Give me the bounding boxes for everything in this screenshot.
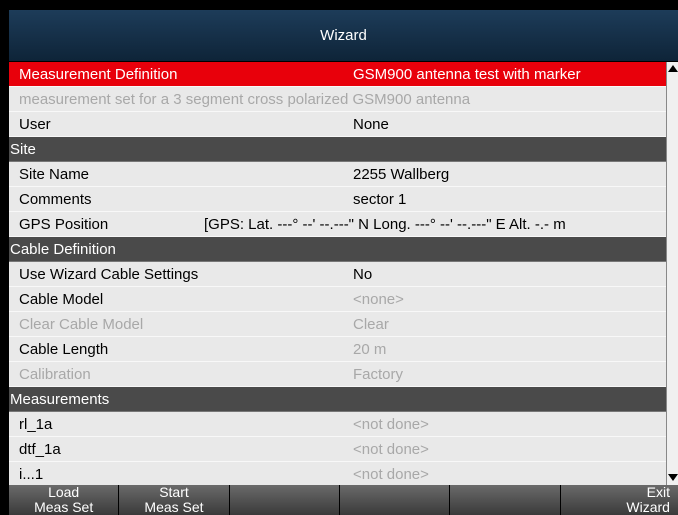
row-label: Cable Model — [19, 291, 104, 308]
row-label: rl_1a — [19, 416, 53, 433]
row-label: measurement set for a 3 segment cross po… — [19, 91, 471, 108]
list-row[interactable]: Clear Cable Model Clear — [9, 312, 666, 337]
row-value: GSM900 antenna test with marker — [353, 66, 581, 83]
scroll-down-icon[interactable] — [668, 474, 678, 481]
row-value: 2255 Wallberg — [353, 166, 450, 183]
row-label: Calibration — [19, 366, 91, 383]
wizard-settings-list[interactable]: Measurement Definition GSM900 antenna tes… — [9, 62, 666, 485]
scroll-up-icon[interactable] — [668, 65, 678, 72]
row-value: None — [353, 116, 389, 133]
row-label: Cable Length — [19, 341, 109, 358]
list-row[interactable]: Comments sector 1 — [9, 187, 666, 212]
row-label: Use Wizard Cable Settings — [19, 266, 199, 283]
list-row[interactable]: Use Wizard Cable Settings No — [9, 262, 666, 287]
row-value: <not done> — [353, 466, 429, 483]
row-value: <not done> — [353, 441, 429, 458]
softkey-bar: Load Meas Set Start Meas Set Exit Wizard — [9, 485, 678, 515]
list-row[interactable]: GPS Position [GPS: Lat. ---° --' --.---" … — [9, 212, 666, 237]
softkey-4[interactable] — [339, 485, 450, 515]
row-value: [GPS: Lat. ---° --' --.---" N Long. ---°… — [204, 216, 566, 233]
row-label: dtf_1a — [19, 441, 61, 458]
row-label: Clear Cable Model — [19, 316, 144, 333]
scrollbar[interactable] — [666, 62, 678, 485]
list-row[interactable]: i...1 <not done> — [9, 462, 666, 485]
section-header: Measurements — [9, 387, 666, 412]
list-row[interactable]: Cable Length 20 m — [9, 337, 666, 362]
row-label: Comments — [19, 191, 92, 208]
section-header: Cable Definition — [9, 237, 666, 262]
row-label: Site — [10, 141, 36, 158]
row-label: i...1 — [19, 466, 44, 483]
selected-row[interactable]: Measurement Definition GSM900 antenna tes… — [9, 62, 666, 87]
softkey-5[interactable] — [450, 485, 560, 515]
row-value: Factory — [353, 366, 404, 383]
list-row[interactable]: Site Name 2255 Wallberg — [9, 162, 666, 187]
row-value: <not done> — [353, 416, 429, 433]
list-row[interactable]: rl_1a <not done> — [9, 412, 666, 437]
load-meas-set-button[interactable]: Load Meas Set — [9, 485, 119, 515]
start-meas-set-button[interactable]: Start Meas Set — [119, 485, 229, 515]
row-value: 20 m — [353, 341, 387, 358]
row-value: <none> — [353, 291, 404, 308]
window-title: Wizard — [9, 10, 678, 61]
section-header: Site — [9, 137, 666, 162]
list-row[interactable]: User None — [9, 112, 666, 137]
list-row[interactable]: dtf_1a <not done> — [9, 437, 666, 462]
row-label: GPS Position — [19, 216, 109, 233]
list-row[interactable]: Calibration Factory — [9, 362, 666, 387]
exit-wizard-button[interactable]: Exit Wizard — [560, 485, 678, 515]
row-label: User — [19, 116, 51, 133]
row-value: No — [353, 266, 373, 283]
softkey-3[interactable] — [229, 485, 339, 515]
row-label: Measurement Definition — [19, 66, 178, 83]
row-value: Clear — [353, 316, 389, 333]
row-label: Cable Definition — [10, 241, 116, 258]
row-value: sector 1 — [353, 191, 407, 208]
row-label: Measurements — [10, 391, 110, 408]
list-row[interactable]: Cable Model <none> — [9, 287, 666, 312]
description-row: measurement set for a 3 segment cross po… — [9, 87, 666, 112]
wizard-screen: Wizard Measurement Definition GSM900 ante… — [0, 0, 678, 515]
row-label: Site Name — [19, 166, 90, 183]
